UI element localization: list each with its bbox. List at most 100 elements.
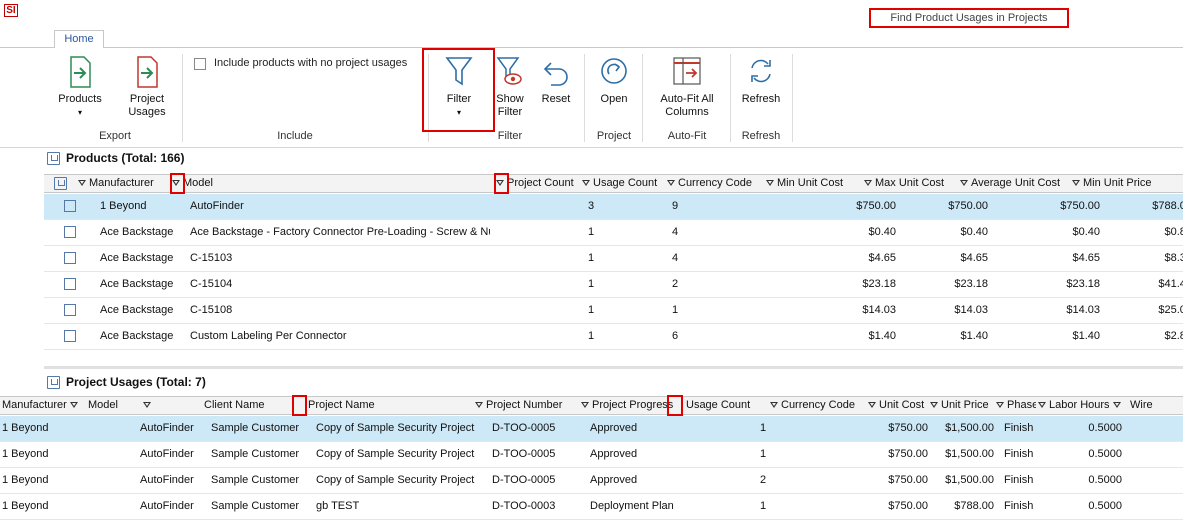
filter-icon[interactable] — [770, 401, 779, 410]
cell-manufacturer: 1 Beyond — [2, 448, 49, 460]
cell-usage-count: 2 — [672, 278, 679, 290]
filter-icon[interactable] — [1038, 401, 1047, 410]
cell-currency — [724, 220, 784, 245]
filter-icon[interactable] — [868, 401, 877, 410]
products-grid-header: Manufacturer Model Project Count Usage C… — [44, 174, 1183, 193]
cell-manufacturer: 1 Beyond — [2, 474, 49, 486]
client-filter-highlight — [292, 395, 307, 416]
filter-button[interactable]: Filter ▾ — [436, 55, 482, 119]
table-row[interactable]: 1 Beyond AutoFinder 3 9 $750.00 $750.00 $750.0… — [44, 194, 1183, 220]
filter-icon[interactable] — [1072, 179, 1081, 188]
table-row[interactable]: Ace Backstage C-15108 1 1 $14.03 $14.03 $14.03… — [44, 298, 1183, 324]
filter-icon[interactable] — [581, 401, 590, 410]
open-label: Open — [600, 93, 628, 105]
cell-unit-cost: $750.00 — [888, 422, 928, 434]
column-header-project-number[interactable]: Project Number — [475, 397, 579, 416]
filter-icon[interactable] — [475, 401, 484, 410]
cell-number: D-TOO-0003 — [492, 500, 556, 512]
column-header-wire[interactable]: Wire — [1130, 397, 1183, 416]
filter-icon[interactable] — [864, 179, 873, 188]
column-header-manufacturer[interactable]: Manufacturer — [78, 175, 170, 194]
filter-icon[interactable] — [69, 401, 79, 410]
filter-icon[interactable] — [582, 179, 591, 188]
column-chooser-icon[interactable] — [54, 175, 68, 194]
group-label-include: Include — [277, 130, 313, 142]
column-header-labor-hours[interactable]: Labor Hours — [1038, 397, 1126, 416]
group-label-project: Project — [596, 130, 632, 142]
table-row[interactable]: Ace Backstage C-15103 1 4 $4.65 $4.65 $4.65 $8.… — [44, 246, 1183, 272]
cell-number: D-TOO-0005 — [492, 422, 556, 434]
column-header-max-unit-cost[interactable]: Max Unit Cost — [864, 175, 958, 194]
column-header-currency-code[interactable]: Currency Code — [667, 175, 763, 194]
filter-icon[interactable] — [766, 179, 775, 188]
show-filter-button[interactable]: Show Filter — [490, 55, 530, 119]
cell-phase: Finish — [1004, 422, 1034, 434]
filter-icon[interactable] — [78, 179, 87, 188]
column-header-model[interactable]: Model — [172, 175, 494, 194]
column-header-project-progress[interactable]: Project Progress — [581, 397, 673, 416]
cell-client: Sample Customer — [211, 448, 300, 460]
filter-icon[interactable] — [143, 401, 152, 410]
ribbon-tabstrip — [0, 30, 1183, 48]
refresh-button[interactable]: Refresh — [736, 55, 786, 106]
filter-icon — [445, 57, 473, 86]
column-header-project-name[interactable]: Project Name — [308, 397, 474, 416]
cell-client: Sample Customer — [211, 422, 300, 434]
table-row[interactable]: 1 Beyond AutoFinder Sample Customer Copy of… — [0, 416, 1183, 442]
cell-labor: 0.5000 — [1088, 448, 1122, 460]
column-header-unit-price[interactable]: Unit Price — [930, 397, 994, 416]
cell-max-cost: $14.03 — [954, 304, 988, 316]
column-header-currency-code[interactable]: Currency Code — [770, 397, 866, 416]
cell-avg-cost: $4.65 — [1072, 252, 1100, 264]
filter-icon[interactable] — [960, 179, 969, 188]
cell-project-count: 1 — [588, 252, 595, 264]
reset-button[interactable]: Reset — [536, 55, 576, 106]
column-header-manufacturer[interactable]: Manufacturer — [2, 397, 86, 416]
splitter[interactable] — [44, 366, 1183, 369]
column-header-average-unit-cost[interactable]: Average Unit Cost — [960, 175, 1070, 194]
column-header-usage-count[interactable]: Usage Count — [686, 397, 768, 416]
include-no-usages-checkbox[interactable] — [194, 58, 206, 70]
cell-model: C-15103 — [190, 252, 233, 264]
grid-icon — [47, 152, 60, 165]
cell-phase: Finish — [1004, 474, 1034, 486]
cell-project: Copy of Sample Security Project — [316, 448, 475, 460]
table-row[interactable]: 1 Beyond AutoFinder Sample Customer Copy of… — [0, 468, 1183, 494]
cell-model: AutoFinder — [140, 474, 194, 486]
group-label-autofit: Auto-Fit — [667, 130, 707, 142]
filter-icon[interactable] — [930, 401, 939, 410]
export-project-usages-button[interactable]: Project Usages — [118, 55, 176, 119]
cell-usage-count: 6 — [672, 330, 679, 342]
filter-icon[interactable] — [996, 401, 1005, 410]
find-product-usages-button[interactable]: Find Product Usages in Projects — [869, 8, 1069, 28]
table-row[interactable]: Ace Backstage Ace Backstage - Factory Con… — [44, 220, 1183, 246]
tab-home[interactable]: Home — [54, 30, 104, 49]
group-label-export: Export — [99, 130, 131, 142]
filter-icon[interactable] — [1112, 401, 1122, 410]
column-header-usage-count[interactable]: Usage Count — [582, 175, 665, 194]
table-row[interactable]: 1 Beyond AutoFinder Sample Customer Copy of… — [0, 442, 1183, 468]
table-row[interactable]: 1 Beyond AutoFinder Sample Customer gb TEST… — [0, 494, 1183, 520]
model-filter-highlight — [494, 173, 509, 194]
column-header-min-unit-price[interactable]: Min Unit Price — [1072, 175, 1183, 194]
column-header-unit-cost[interactable]: Unit Cost — [868, 397, 928, 416]
export-products-button[interactable]: Products ▾ — [55, 55, 105, 119]
cell-progress: Approved — [590, 474, 638, 486]
cell-max-cost: $4.65 — [960, 252, 988, 264]
open-project-button[interactable]: Open — [592, 55, 636, 106]
column-header-model[interactable]: Model — [88, 397, 188, 416]
cell-unit-price: $1,500.00 — [945, 422, 994, 434]
filter-icon[interactable] — [667, 179, 676, 188]
cell-min-price: $41.40 — [1158, 278, 1183, 290]
column-header-min-unit-cost[interactable]: Min Unit Cost — [766, 175, 862, 194]
cell-phase: Finish — [1004, 500, 1034, 512]
cell-project-count: 1 — [588, 278, 595, 290]
cell-labor: 0.5000 — [1088, 474, 1122, 486]
table-row[interactable]: Ace Backstage C-15104 1 2 $23.18 $23.18 $23.18… — [44, 272, 1183, 298]
table-row[interactable]: Ace Backstage Custom Labeling Per Connect… — [44, 324, 1183, 350]
column-header-client-name[interactable]: Client Name — [204, 397, 294, 416]
column-header-phase[interactable]: Phase — [996, 397, 1036, 416]
group-separator — [584, 54, 585, 142]
cell-unit-cost: $750.00 — [888, 500, 928, 512]
autofit-all-columns-button[interactable]: Auto-Fit All Columns — [648, 55, 726, 119]
